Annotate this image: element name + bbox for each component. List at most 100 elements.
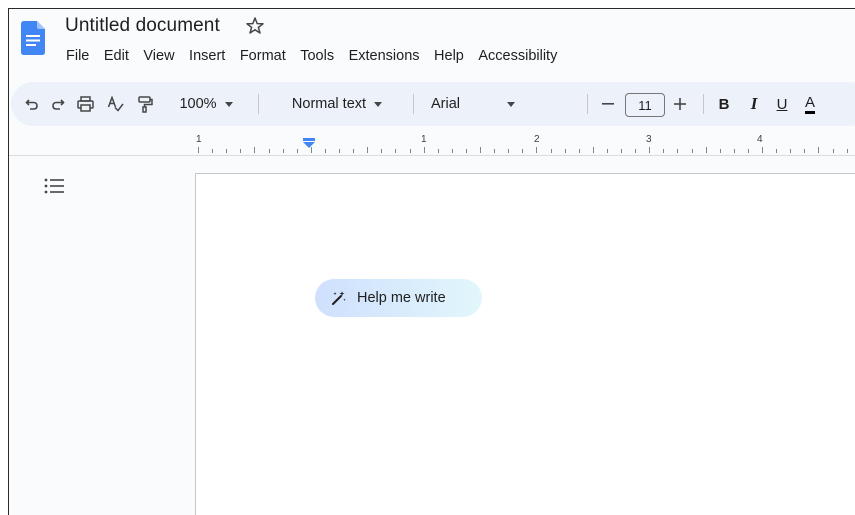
toolbar-divider — [413, 94, 414, 114]
ruler-tick — [423, 147, 425, 153]
toolbar-divider — [703, 94, 704, 114]
text-color-button[interactable]: A — [799, 82, 821, 126]
font-select[interactable]: Arial — [429, 82, 577, 126]
ruler-label: 2 — [534, 134, 540, 145]
ruler-tick — [663, 149, 665, 153]
ruler-tick — [198, 147, 199, 153]
menu-extensions[interactable]: Extensions — [349, 48, 420, 64]
ruler-tick — [550, 149, 552, 153]
paragraph-style-value: Normal text — [291, 96, 367, 112]
zoom-select[interactable]: 100% — [169, 82, 243, 126]
ruler-tick — [832, 149, 834, 153]
chevron-down-icon — [224, 101, 233, 107]
ruler-tick — [522, 149, 524, 153]
font-size-input[interactable]: 11 — [625, 93, 665, 117]
zoom-value: 100% — [179, 96, 217, 112]
menu-format[interactable]: Format — [240, 48, 286, 64]
ruler-tick — [762, 147, 763, 153]
increase-font-size-button[interactable] — [669, 82, 691, 126]
ruler-label: 1 — [421, 134, 427, 145]
ruler-tick — [339, 149, 340, 153]
ruler-tick — [606, 149, 608, 153]
ruler-tick — [564, 149, 566, 153]
ruler-tick — [254, 147, 256, 153]
print-button[interactable] — [73, 82, 97, 126]
ruler-tick — [846, 149, 848, 153]
menu-edit[interactable]: Edit — [104, 48, 129, 64]
spellcheck-icon — [107, 96, 124, 112]
ruler-tick — [677, 149, 679, 153]
plus-icon — [674, 98, 686, 110]
help-me-write-button[interactable]: Help me write — [315, 279, 482, 317]
menu-accessibility[interactable]: Accessibility — [478, 48, 557, 64]
ruler-tick — [324, 149, 326, 153]
underline-icon: U — [776, 95, 788, 113]
menu-help[interactable]: Help — [434, 48, 464, 64]
ruler-tick — [649, 147, 651, 153]
ruler-tick — [747, 149, 749, 153]
document-page[interactable] — [195, 173, 855, 515]
ruler-tick — [395, 149, 397, 153]
ruler-tick — [282, 149, 284, 153]
docs-logo-icon[interactable] — [21, 21, 45, 55]
document-outline-icon[interactable] — [44, 177, 64, 195]
ruler-tick — [592, 147, 594, 153]
ruler-tick — [353, 149, 355, 153]
star-icon[interactable] — [245, 16, 265, 36]
toolbar: 100% Normal text Arial 11 B I U A — [11, 82, 855, 126]
undo-button[interactable] — [21, 82, 43, 126]
ruler-tick — [536, 147, 538, 153]
document-title[interactable]: Untitled document — [65, 15, 220, 37]
ruler-tick — [381, 149, 383, 153]
minus-icon — [602, 103, 614, 105]
ruler-tick — [733, 149, 735, 153]
ruler-tick — [818, 147, 820, 153]
text-color-icon: A — [804, 94, 815, 114]
ruler-tick — [578, 149, 580, 153]
menu-insert[interactable]: Insert — [189, 48, 225, 64]
paint-format-icon — [138, 95, 153, 113]
ruler-tick — [240, 149, 242, 153]
ruler-tick — [367, 147, 369, 153]
ruler-tick — [719, 149, 721, 153]
undo-icon — [25, 99, 38, 110]
docs-window: Untitled document File Edit View Insert … — [8, 8, 855, 515]
bold-button[interactable]: B — [713, 82, 735, 126]
italic-button[interactable]: I — [743, 82, 765, 126]
ruler-label: 4 — [757, 134, 763, 145]
paint-format-button[interactable] — [133, 82, 157, 126]
ruler-tick — [776, 149, 778, 153]
ruler-tick — [635, 149, 637, 153]
ruler-tick — [790, 149, 792, 153]
decrease-font-size-button[interactable] — [597, 82, 619, 126]
ruler-tick — [705, 147, 707, 153]
chevron-down-icon — [507, 101, 516, 107]
ruler-label: 1 — [196, 134, 202, 145]
italic-icon: I — [750, 94, 758, 113]
indent-marker-icon[interactable] — [303, 138, 315, 148]
horizontal-ruler[interactable]: 1 1 2 3 4 — [195, 134, 855, 156]
menu-bar: File Edit View Insert Format Tools Exten… — [66, 48, 572, 64]
ruler-label: 3 — [646, 134, 652, 145]
redo-icon — [52, 99, 65, 110]
print-icon — [76, 96, 94, 112]
paragraph-style-select[interactable]: Normal text — [273, 82, 401, 126]
ruler-tick — [268, 149, 270, 153]
font-value: Arial — [431, 96, 461, 112]
ruler-tick — [409, 149, 411, 153]
chevron-down-icon — [374, 101, 383, 107]
ruler-tick — [691, 149, 693, 153]
bold-icon: B — [718, 95, 730, 113]
magic-wand-icon — [332, 291, 346, 305]
underline-button[interactable]: U — [771, 82, 793, 126]
spellcheck-button[interactable] — [103, 82, 127, 126]
help-me-write-label: Help me write — [357, 290, 446, 306]
menu-view[interactable]: View — [143, 48, 174, 64]
toolbar-divider — [258, 94, 259, 114]
ruler-tick — [212, 149, 214, 153]
ruler-tick — [451, 149, 453, 153]
menu-tools[interactable]: Tools — [300, 48, 334, 64]
menu-file[interactable]: File — [66, 48, 89, 64]
redo-button[interactable] — [47, 82, 69, 126]
ruler-tick — [465, 149, 467, 153]
